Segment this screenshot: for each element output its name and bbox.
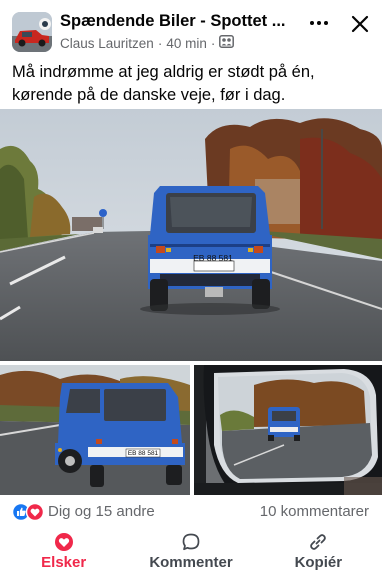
reaction-count[interactable]: Dig og 15 andre (48, 503, 155, 520)
comment-label: Kommenter (149, 554, 233, 571)
meta-separator: · (157, 35, 163, 51)
love-label: Elsker (41, 554, 87, 571)
reactions-summary[interactable]: Dig og 15 andre 10 kommentarer (0, 498, 382, 526)
link-icon (310, 534, 327, 550)
license-plate: EB 88 581 (193, 253, 233, 263)
close-icon[interactable] (348, 12, 372, 36)
reaction-icons (11, 502, 46, 522)
action-bar: Elsker Kommenter Kopiér (0, 528, 382, 575)
group-icon (219, 35, 235, 51)
more-options-icon[interactable] (306, 12, 332, 34)
group-name[interactable]: Spændende Biler - Spottet ... (60, 12, 300, 31)
post-text: Må indrømme at jeg aldrig er stødt på én… (12, 63, 315, 104)
post-header: Spændende Biler - Spottet ... Claus Laur… (0, 0, 382, 56)
comment-button[interactable]: Kommenter (127, 528, 254, 575)
group-avatar[interactable] (12, 12, 52, 52)
photo-left[interactable]: EB 88 581 (0, 365, 190, 495)
author-name[interactable]: Claus Lauritzen (60, 36, 154, 51)
copy-link-button[interactable]: Kopiér (255, 528, 382, 575)
comment-count[interactable]: 10 kommentarer (260, 503, 369, 520)
license-plate: EB 88 581 (127, 450, 159, 457)
photo-main[interactable]: EB 88 581 (0, 109, 382, 361)
post-meta: Claus Lauritzen · 40 min · (60, 35, 235, 51)
copy-label: Kopiér (294, 554, 343, 571)
meta-separator: · (210, 35, 216, 51)
photo-right[interactable] (194, 365, 382, 495)
post-time[interactable]: 40 min (166, 36, 207, 51)
photo-grid: EB 88 581 EB 88 581 (0, 109, 382, 495)
comment-icon (182, 533, 200, 551)
love-button[interactable]: Elsker (0, 528, 127, 575)
love-icon (54, 533, 73, 551)
